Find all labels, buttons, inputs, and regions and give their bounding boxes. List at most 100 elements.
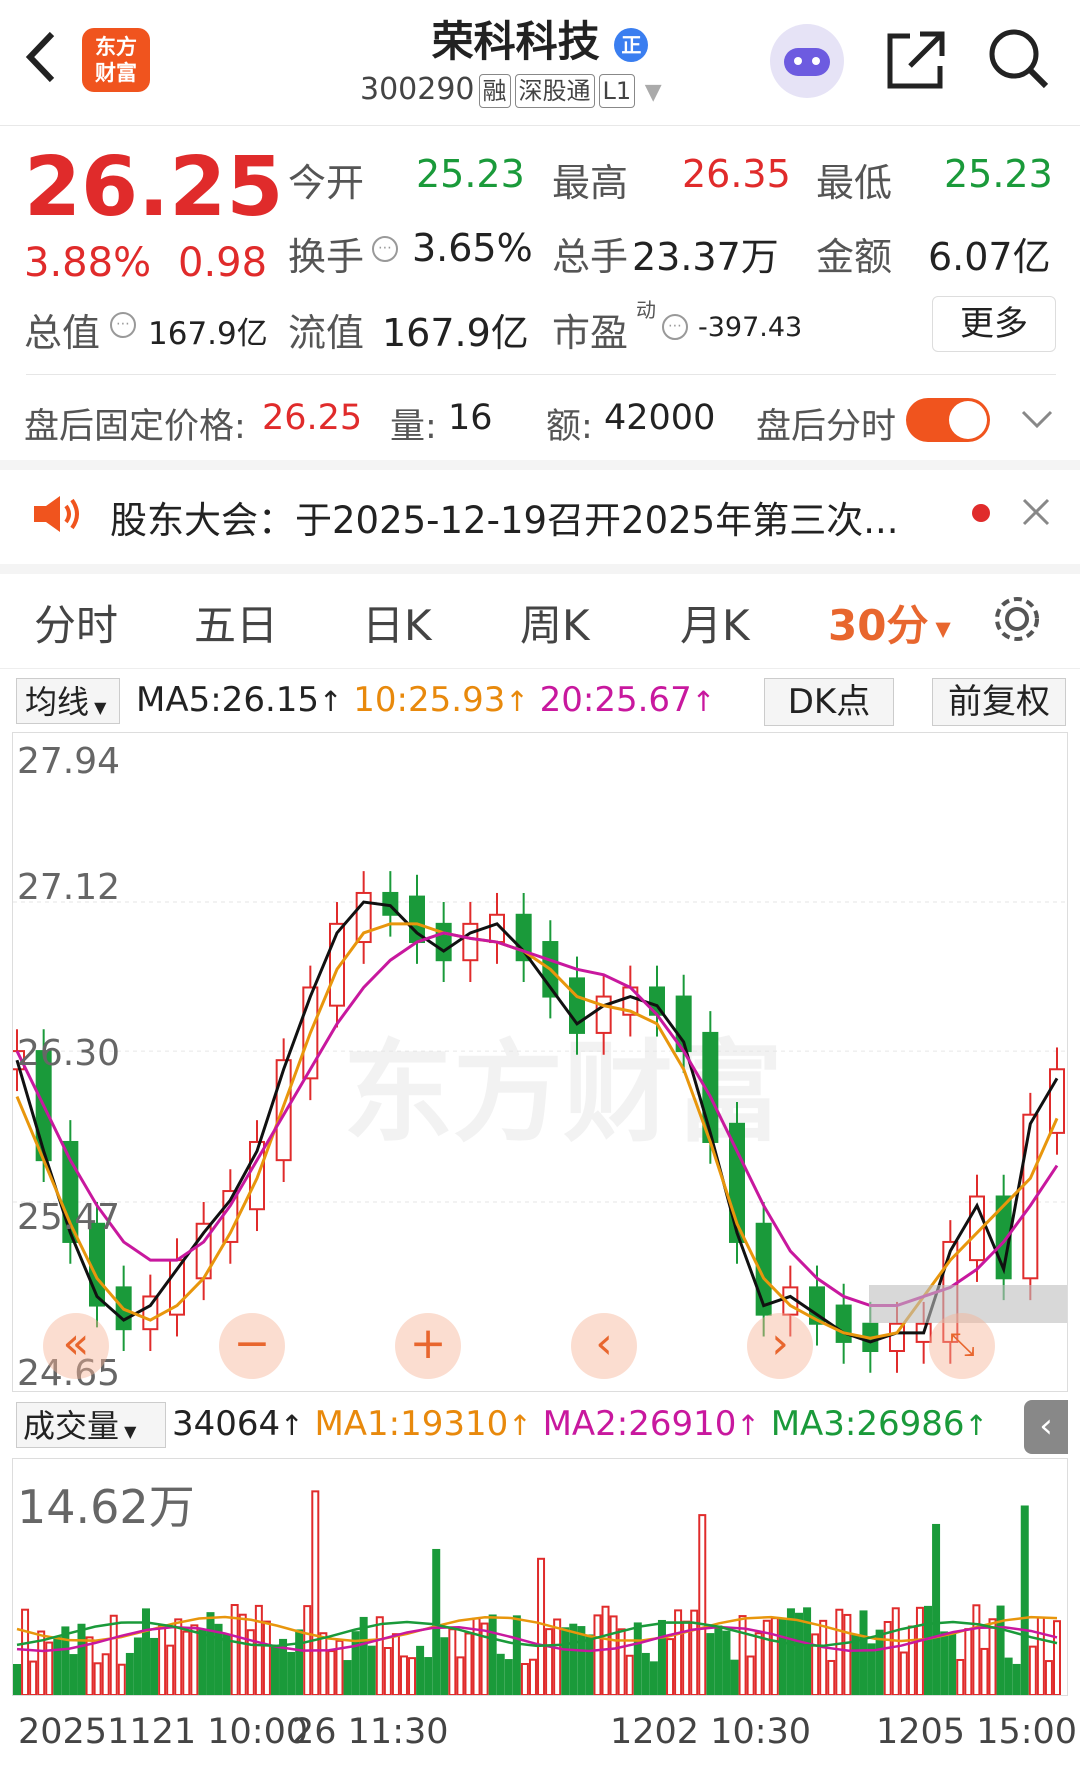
tab-daily-k[interactable]: 日K <box>362 592 432 653</box>
assistant-avatar-icon[interactable] <box>770 24 844 98</box>
tab-five-day[interactable]: 五日 <box>194 592 278 653</box>
badge-icon: 正 <box>614 27 649 62</box>
zoom-in-icon[interactable]: + <box>395 1313 461 1379</box>
volume-bar <box>964 1628 973 1695</box>
volume-bar <box>85 1636 94 1695</box>
volume-bar <box>391 1633 400 1695</box>
vol-ma3-label: MA3:26986 <box>770 1404 965 1444</box>
volume-bar <box>327 1650 336 1695</box>
volume-bar <box>53 1636 62 1695</box>
ma-selector[interactable]: 均线 ▼ <box>16 678 120 724</box>
candle <box>275 1059 292 1162</box>
adjust-button[interactable]: 前复权 <box>932 678 1066 726</box>
volume-bar <box>730 1659 739 1695</box>
volume-bar <box>1036 1616 1045 1695</box>
dk-button[interactable]: DK点 <box>764 678 894 726</box>
volume-bar <box>93 1662 102 1695</box>
volume-bar <box>956 1658 965 1695</box>
volume-bar <box>754 1632 763 1695</box>
volume-chart[interactable]: 14.62万 <box>12 1458 1068 1696</box>
volume-bar <box>343 1660 352 1695</box>
stock-title: 荣科科技 正 <box>380 8 700 69</box>
info-icon[interactable]: ⋯ <box>662 314 688 340</box>
info-icon[interactable]: ⋯ <box>372 236 398 262</box>
candle <box>435 922 452 962</box>
open-value: 25.23 <box>416 152 525 196</box>
volume-bar <box>593 1614 602 1695</box>
volume-bar <box>512 1615 521 1695</box>
time-tick: 1205 15:00 <box>876 1712 1078 1752</box>
pan-left-icon[interactable]: ‹ <box>571 1313 637 1379</box>
volume-bar <box>561 1627 570 1695</box>
volume-bar <box>932 1523 941 1695</box>
tab-timeshare[interactable]: 分时 <box>34 592 118 653</box>
kline-chart[interactable]: 东方财富 27.94 27.12 26.30 25.47 24.65 « − +… <box>12 732 1068 1394</box>
more-button[interactable]: 更多 <box>932 296 1056 352</box>
after-hours-label: 盘后固定价格: <box>24 407 246 447</box>
chevron-down-icon[interactable] <box>1020 408 1054 430</box>
volume-bar <box>496 1653 505 1695</box>
top-bar: 东方 财富 荣科科技 正 300290 融深股通 L1 ▼ <box>0 0 1080 126</box>
tab-weekly-k[interactable]: 周K <box>520 592 590 653</box>
volume-bar <box>21 1608 30 1695</box>
volume-bar <box>1012 1663 1021 1695</box>
turnover-value: 3.65% <box>412 226 533 270</box>
volume-bar <box>1053 1620 1061 1695</box>
volume-bar <box>174 1618 183 1695</box>
volume-bar <box>528 1658 537 1695</box>
volume-value: 23.37万 <box>632 235 779 279</box>
tag-level: L1 <box>598 74 636 108</box>
back-icon[interactable] <box>22 30 58 84</box>
after-hours-amt: 42000 <box>604 398 716 438</box>
volume-bar <box>585 1634 594 1695</box>
high-label: 最高 <box>552 161 629 205</box>
volume-bar <box>843 1613 852 1695</box>
after-hours-toggle[interactable] <box>906 398 990 442</box>
tab-monthly-k[interactable]: 月K <box>680 592 750 653</box>
volume-selector[interactable]: 成交量 ▼ <box>16 1402 166 1448</box>
volume-bar <box>287 1651 296 1695</box>
notice-text[interactable]: 股东大会：于2025-12-19召开2025年第三次... <box>110 490 930 544</box>
pe-label: 市盈 <box>552 311 629 355</box>
volume-bar <box>488 1614 497 1695</box>
change-value: 0.98 <box>178 240 268 286</box>
volume-bar <box>198 1629 207 1695</box>
volume-bar <box>416 1645 425 1695</box>
info-icon[interactable]: ⋯ <box>110 312 136 338</box>
zoom-out-icon[interactable]: − <box>219 1313 285 1379</box>
volume-bar <box>101 1653 110 1695</box>
volume-bar <box>778 1618 787 1695</box>
share-icon[interactable] <box>884 28 948 92</box>
search-icon[interactable] <box>986 26 1052 92</box>
volume-bar <box>214 1623 223 1695</box>
volume-bar <box>1020 1505 1029 1695</box>
volume-bar <box>77 1623 86 1695</box>
volume-bar <box>609 1615 618 1695</box>
volume-bar <box>1028 1645 1037 1695</box>
settings-gear-icon[interactable] <box>990 592 1044 646</box>
dropdown-icon[interactable]: ▼ <box>645 80 662 105</box>
close-icon[interactable] <box>1020 496 1052 528</box>
volume-bar <box>399 1655 408 1695</box>
volume-bar <box>456 1656 465 1695</box>
ma5-label: MA5:26.15 <box>136 680 320 720</box>
volume-bar <box>375 1616 384 1695</box>
volume-bar <box>545 1628 554 1695</box>
tab-30min[interactable]: 30分 ▼ <box>828 592 951 653</box>
volume-bar <box>319 1632 328 1695</box>
fullscreen-icon[interactable]: ⤡ <box>929 1313 995 1379</box>
pan-right-icon[interactable]: › <box>747 1313 813 1379</box>
rewind-icon[interactable]: « <box>43 1313 109 1379</box>
volume-bar <box>537 1557 546 1695</box>
volume-bar <box>940 1631 949 1695</box>
high-value: 26.35 <box>682 152 791 196</box>
pe-value: -397.43 <box>698 312 803 343</box>
price-tick: 26.30 <box>17 1033 121 1074</box>
volume-bar <box>633 1622 642 1695</box>
float-label: 流值 <box>288 311 365 355</box>
volume-bar <box>867 1643 876 1695</box>
mktcap-value: 167.9亿 <box>148 316 268 352</box>
collapse-panel-icon[interactable]: ‹ <box>1024 1400 1068 1454</box>
divider <box>0 668 1080 669</box>
volume-bar <box>891 1607 900 1695</box>
